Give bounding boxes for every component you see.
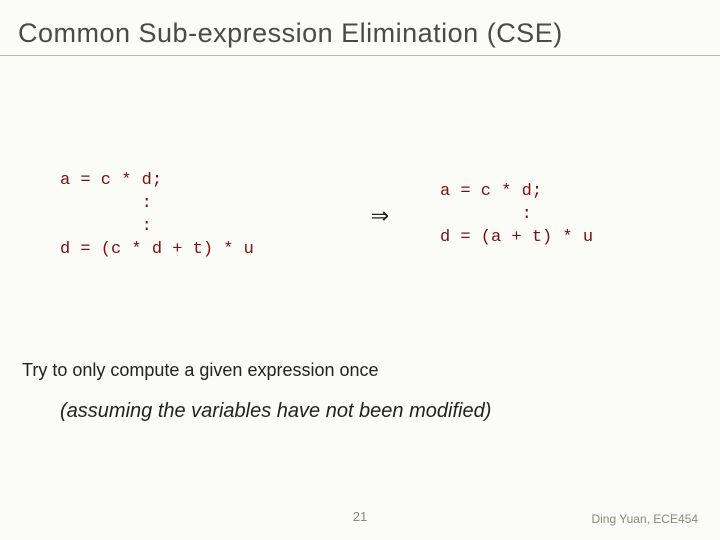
slide-title: Common Sub-expression Elimination (CSE) [18,18,702,49]
content-area: a = c * d; : : d = (c * d + t) * u ⇒ a =… [0,170,720,262]
footer-author: Ding Yuan, ECE454 [591,512,698,526]
title-wrap: Common Sub-expression Elimination (CSE) [0,0,720,56]
slide: Common Sub-expression Elimination (CSE) … [0,0,720,540]
code-before: a = c * d; : : d = (c * d + t) * u [60,170,320,262]
assumption-text: (assuming the variables have not been mo… [60,400,491,423]
arrow-icon: ⇒ [365,203,395,229]
code-after: a = c * d; : d = (a + t) * u [440,181,660,250]
explanation-text: Try to only compute a given expression o… [22,360,379,381]
code-row: a = c * d; : : d = (c * d + t) * u ⇒ a =… [60,170,660,262]
